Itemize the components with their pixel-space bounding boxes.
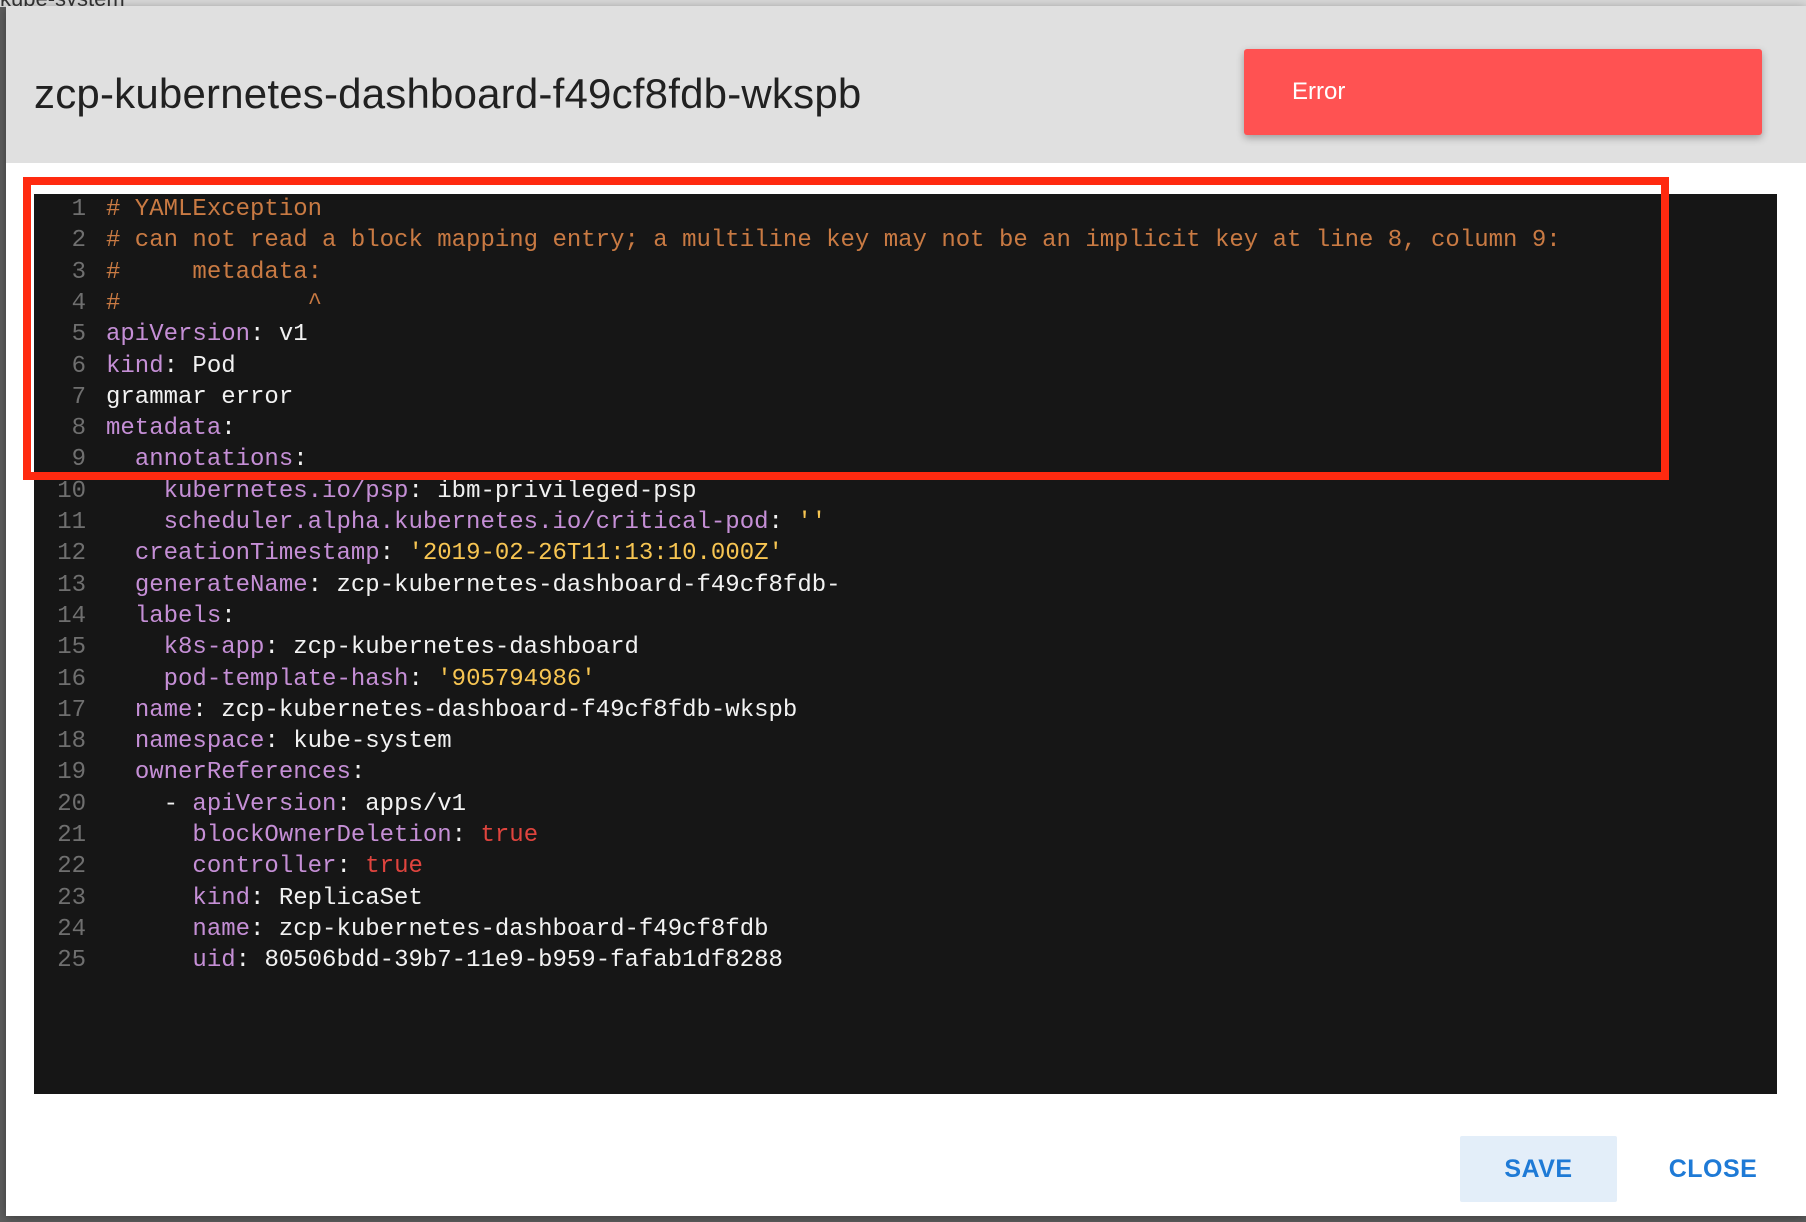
code-token-comment: # metadata: (106, 258, 323, 286)
code-token-key: metadata (106, 415, 222, 443)
code-token-key: apiVersion (192, 790, 337, 818)
code-token-plain: grammar error (106, 383, 294, 411)
code-token-key: kind (192, 884, 251, 912)
save-button[interactable]: SAVE (1460, 1136, 1617, 1202)
code-token-key: controller (192, 853, 337, 881)
code-token-plain: : (408, 665, 438, 693)
code-token-string: '2019-02-26T11:13:10.000Z' (408, 540, 783, 568)
code-token-key: ownerReferences (134, 759, 351, 787)
code-token-plain: : (221, 602, 236, 630)
code-token-plain: : zcp-kubernetes-dashboard-f49cf8fdb-wks… (192, 696, 798, 724)
code-token-key: pod-template-hash (163, 665, 409, 693)
code-token-plain: : kube-system (264, 728, 452, 756)
line-code: # can not read a block mapping entry; a … (106, 223, 1561, 259)
code-token-bool: true (480, 822, 539, 849)
code-token-key: name (192, 915, 251, 943)
code-token-plain: : zcp-kubernetes-dashboard-f49cf8fdb- (307, 571, 841, 599)
code-token-plain: : v1 (250, 321, 308, 349)
code-token-plain: : zcp-kubernetes-dashboard-f49cf8fdb (250, 915, 769, 943)
code-token-key: namespace (134, 728, 265, 756)
code-token-key: kubernetes.io/psp (163, 477, 409, 505)
code-token-plain: - (106, 790, 193, 818)
code-token-plain: : apps/v1 (336, 790, 467, 818)
line-number: 25 (57, 947, 86, 975)
code-token-plain: : ReplicaSet (250, 884, 423, 912)
code-token-key: uid (192, 947, 236, 975)
dialog-title: zcp-kubernetes-dashboard-f49cf8fdb-wkspb (34, 70, 862, 117)
code-line[interactable]: 25 uid: 80506bdd-39b7-11e9-b959-fafab1df… (34, 943, 783, 979)
code-token-key: generateName (134, 571, 308, 599)
code-token-plain: : (293, 446, 308, 474)
code-token-plain: : (221, 415, 236, 443)
code-token-plain: : (350, 759, 366, 787)
code-token-key: annotations (134, 446, 294, 474)
yaml-code-editor[interactable]: 1 # YAMLException 2 # can not read a block … (34, 194, 1777, 1094)
error-toast[interactable]: Error (1244, 49, 1762, 135)
code-token-key: scheduler.alpha.kubernetes.io/critical-p… (163, 509, 769, 536)
code-token-plain: : Pod (163, 352, 236, 380)
code-token-key: labels (134, 602, 222, 630)
code-token-key: name (134, 696, 193, 724)
code-token-string: '905794986' (437, 665, 596, 693)
code-token-bool: true (365, 853, 423, 881)
code-token-comment: # can not read a block mapping entry; a … (106, 227, 1561, 255)
code-token-string: '' (797, 509, 827, 536)
code-token-plain: : 80506bdd-39b7-11e9-b959-fafab1df8288 (235, 947, 783, 975)
code-token-key: blockOwnerDeletion (192, 822, 452, 849)
edit-yaml-dialog: zcp-kubernetes-dashboard-f49cf8fdb-wkspb… (6, 6, 1806, 1216)
code-token-plain: : ibm-privileged-psp (408, 477, 697, 505)
code-token-key: creationTimestamp (134, 540, 380, 568)
code-token-plain: : (768, 509, 798, 536)
code-token-plain: : zcp-kubernetes-dashboard (264, 634, 639, 662)
error-toast-text: Error (1292, 78, 1346, 105)
code-token-key: k8s-app (163, 634, 265, 662)
line-code: uid: 80506bdd-39b7-11e9-b959-fafab1df828… (106, 943, 783, 979)
code-token-key: kind (106, 352, 164, 380)
code-token-plain: : (379, 540, 409, 568)
code-token-key: apiVersion (106, 321, 251, 349)
code-token-plain: : (336, 853, 366, 881)
code-token-comment: # YAMLException (106, 196, 323, 223)
code-token-comment: # ^ (106, 289, 323, 317)
close-button[interactable]: CLOSE (1635, 1136, 1791, 1202)
code-token-plain: : (451, 822, 481, 849)
